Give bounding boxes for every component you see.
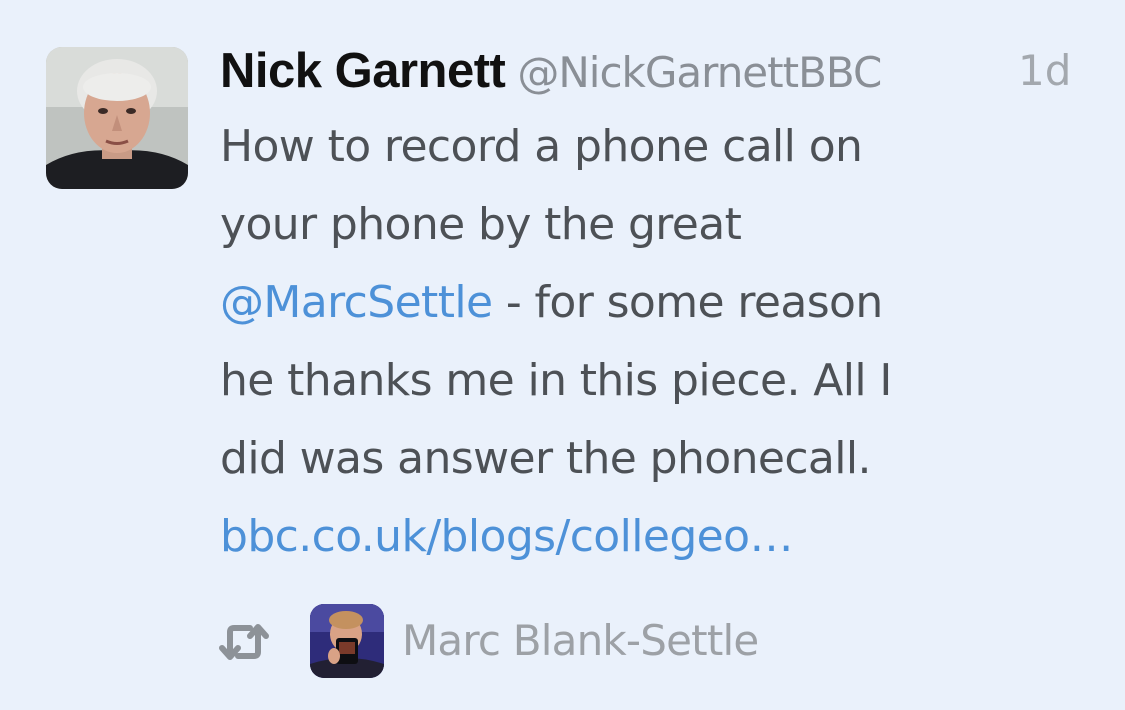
retweeter-name[interactable]: Marc Blank-Settle xyxy=(402,608,759,674)
mention-link[interactable]: @MarcSettle xyxy=(220,277,493,328)
author-avatar[interactable] xyxy=(46,47,188,189)
tweet-cell[interactable]: Nick Garnett @NickGarnettBBC 1d How to re… xyxy=(0,0,1125,710)
tweet-text-line: your phone by the great xyxy=(220,199,742,250)
tweet-text-fragment: - for some reason xyxy=(492,277,883,328)
tweet-text-line: did was answer the phonecall. xyxy=(220,433,872,484)
tweet-text: How to record a phone call on your phone… xyxy=(220,108,1100,576)
tweet-text-line: @MarcSettle - for some reason xyxy=(220,264,1100,342)
retweet-icon xyxy=(218,620,270,664)
tweet-header: Nick Garnett @NickGarnettBBC xyxy=(220,38,882,115)
author-handle[interactable]: @NickGarnettBBC xyxy=(517,48,882,97)
tweet-text-line: he thanks me in this piece. All I xyxy=(220,355,892,406)
retweeter-avatar[interactable] xyxy=(310,604,384,678)
tweet-text-line: How to record a phone call on xyxy=(220,121,863,172)
tweet-timestamp: 1d xyxy=(1018,46,1072,95)
url-link[interactable]: bbc.co.uk/blogs/collegeo… xyxy=(220,498,1100,576)
author-name[interactable]: Nick Garnett xyxy=(220,44,506,98)
